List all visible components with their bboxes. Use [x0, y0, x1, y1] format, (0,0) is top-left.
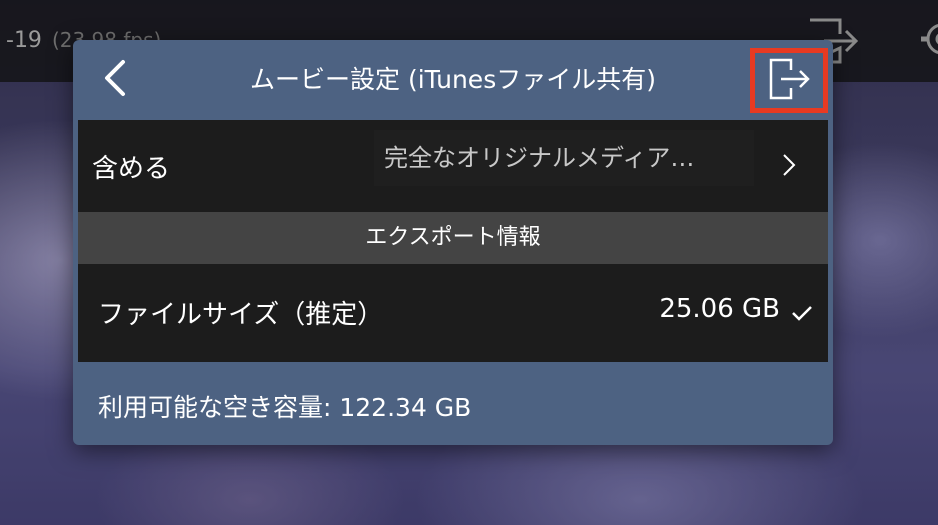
check-icon — [791, 304, 813, 326]
include-row[interactable]: 含める 完全なオリジナルメディア… — [78, 120, 828, 212]
file-size-row: ファイルサイズ（推定） 25.06 GB — [78, 264, 828, 362]
export-button[interactable] — [750, 48, 828, 113]
include-label: 含める — [92, 153, 171, 184]
chevron-left-icon — [101, 58, 129, 102]
chevron-right-icon — [781, 152, 797, 182]
frame-rate-text: -19 — [6, 28, 42, 53]
movie-settings-dialog: ムービー設定 (iTunesファイル共有) 含める 完全なオリジナルメディア… … — [73, 40, 833, 445]
back-button[interactable] — [91, 56, 139, 104]
file-size-label: ファイルサイズ（推定） — [98, 300, 384, 330]
dialog-header: ムービー設定 (iTunesファイル共有) — [73, 40, 833, 120]
include-value: 完全なオリジナルメディア… — [374, 130, 754, 186]
dialog-title: ムービー設定 (iTunesファイル共有) — [250, 65, 656, 94]
available-space-text: 利用可能な空き容量: 122.34 GB — [98, 393, 472, 422]
gear-icon — [912, 14, 938, 68]
export-info-section-header: エクスポート情報 — [78, 212, 828, 264]
file-size-value: 25.06 GB — [659, 294, 780, 324]
export-icon — [767, 56, 811, 106]
